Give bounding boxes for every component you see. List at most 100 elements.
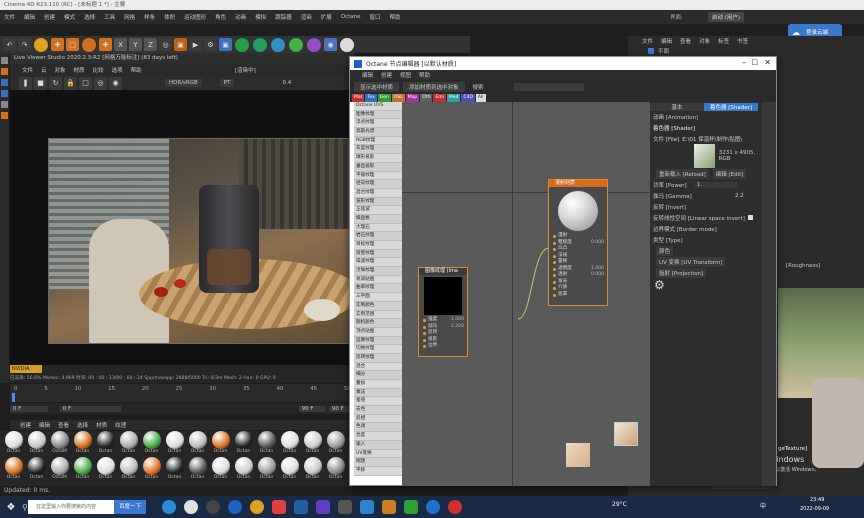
node-list-item[interactable]: 乘法 [354,388,402,398]
pause-icon[interactable]: ❚ [19,76,32,90]
node-list-item[interactable]: 实例范围 [354,311,402,320]
input-pin-icon[interactable] [553,287,556,290]
node-list-item[interactable]: 混合纹理 [354,189,402,198]
app-icon-6[interactable] [360,500,374,514]
node-list-item[interactable]: 随机颜色 [354,319,402,328]
node-list-item[interactable]: Octane UVS [354,102,402,111]
viewer-menu-item[interactable]: 帮助 [131,66,142,74]
input-pin-icon[interactable] [423,345,426,348]
node-list-item[interactable]: 反转纹理 [354,353,402,363]
category-tab[interactable]: C4D [461,93,475,102]
material-swatch[interactable]: Octan [118,457,139,483]
menu-item[interactable]: 模式 [64,13,75,21]
node-list-item[interactable]: 球形投影 [354,154,402,163]
node-graph[interactable]: 漫射材质 漫射 粗糙度 0.000 凹凸 法线 置换 透明度 1.000 透射 0.000 发光 介质… [402,102,650,486]
x-axis-icon[interactable]: X [114,38,127,51]
category-tab[interactable]: Tex [365,93,377,102]
color-mode-select[interactable]: HDR/sRGB [165,79,202,87]
category-tab[interactable]: Map [405,93,420,102]
category-tab[interactable]: Emi [433,93,446,102]
menu-item[interactable]: 模拟 [255,13,266,21]
node-list-item[interactable]: 噪波纹理 [354,258,402,268]
material-swatch[interactable]: Octan [187,457,208,483]
add-material-to-selected-button[interactable]: 添加材质到选中对象 [403,81,465,92]
menu-item[interactable]: 动画 [235,13,246,21]
category-tab[interactable]: Gen [377,93,391,102]
material-swatch[interactable]: Octan [26,457,47,483]
app-icon-7[interactable] [426,500,440,514]
node-list-item[interactable]: 图像纹理 [354,110,402,120]
texture-thumb-2[interactable] [566,443,590,467]
input-pin-icon[interactable] [423,332,426,335]
node-list-item[interactable]: 径向纹理 [354,180,402,189]
node-list-item[interactable]: 目标纹理 [354,241,402,250]
node-list-item[interactable]: 灰度纹理 [354,145,402,155]
node-list-item[interactable]: 衰减贴图 [354,276,402,285]
kernel-select[interactable]: PT [219,79,235,87]
mode-icon[interactable] [1,57,8,64]
material-swatch[interactable]: Octan [279,431,300,457]
node-list-item[interactable]: 去色 [354,406,402,415]
material-menu-item[interactable]: 查看 [58,421,69,429]
material-swatch[interactable]: Octan [72,457,93,483]
material-swatch[interactable]: Octan [256,431,277,457]
node-list-item[interactable]: RGB纹理 [354,137,402,146]
material-swatch[interactable]: OctaM [49,457,70,483]
coord-icon[interactable]: ◎ [159,38,172,51]
material-menu-item[interactable]: 创建 [20,421,31,429]
input-pin-icon[interactable] [423,325,426,329]
material-swatch[interactable]: Octan [233,457,254,483]
app-icon-8[interactable] [448,500,462,514]
viewer-menu-item[interactable]: 比较 [93,66,104,74]
polys-icon[interactable] [1,90,8,97]
deformer-icon[interactable] [289,37,303,52]
menu-item[interactable]: 选择 [84,13,95,21]
material-swatch[interactable]: Octan [3,457,24,483]
node-list-item[interactable]: 顶点贴图 [354,328,402,337]
image-texture-node[interactable]: 图像纹理 (Ima 强度 1.000 伽马 2.200 反转 投影 边界 [418,267,468,357]
material-swatch[interactable]: Octan [325,431,346,457]
editor-menu-item[interactable]: 创建 [381,71,392,79]
taskbar-search-input[interactable]: 在这里输入你要搜索的内容 [28,500,114,514]
material-swatch[interactable]: Octan [3,431,24,457]
material-swatch[interactable]: Octan [187,431,208,457]
material-swatch[interactable]: Octan [256,457,277,483]
menu-item[interactable]: 文件 [4,13,15,21]
input-pin-icon[interactable] [553,261,556,264]
input-pin-icon[interactable] [553,267,556,271]
color-button[interactable]: 颜色 [656,245,674,256]
axis-icon[interactable] [1,112,8,119]
material-menu-item[interactable]: 选择 [77,421,88,429]
node-input-row[interactable]: 边界 [419,343,467,350]
node-list-item[interactable]: 色调 [354,423,402,433]
menu-item[interactable]: 体积 [164,13,175,21]
menu-item[interactable]: Octane [341,14,361,20]
node-list-item[interactable]: UV变换 [354,450,402,459]
start-frame-field[interactable]: 0 F [10,405,48,412]
material-swatch[interactable]: Octan [72,431,93,457]
z-axis-icon[interactable]: Z [144,38,157,51]
camera-icon[interactable]: ◉ [324,38,337,51]
ime-indicator[interactable]: 中 [760,501,766,510]
material-swatch[interactable]: Octan [141,457,162,483]
material-swatch[interactable]: Octan [141,431,162,457]
object-menu-item[interactable]: 标签 [718,37,729,45]
material-swatch[interactable]: Octan [95,431,116,457]
render-view-icon[interactable]: ▶ [189,38,202,51]
node-list-item[interactable]: 细分 [354,371,402,380]
menu-item[interactable]: 帮助 [390,13,401,21]
stop-icon[interactable]: ■ [34,76,47,90]
node-list-item[interactable]: 浮点纹理 [354,119,402,129]
projection-button[interactable]: 投射 [Projection] [656,267,707,278]
node-list-item[interactable]: 岩石纹理 [354,232,402,241]
reload-icon[interactable]: ↻ [49,76,62,90]
menu-item[interactable]: 扩展 [321,13,332,21]
menu-item[interactable]: 工具 [104,13,115,21]
node-input-row[interactable]: 遮罩 [549,292,607,299]
viewer-menu-item[interactable]: 材质 [74,66,85,74]
node-list-item[interactable]: 曲率纹理 [354,284,402,294]
render-viewport[interactable] [10,90,355,365]
app-icon-3[interactable] [228,500,242,514]
material-swatch[interactable]: Octan [279,457,300,483]
category-tab[interactable]: All [475,93,486,102]
